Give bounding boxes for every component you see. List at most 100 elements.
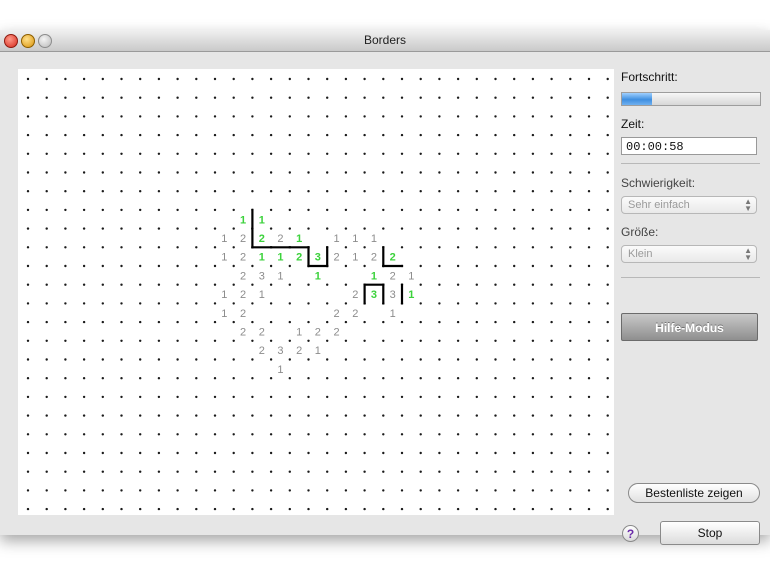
grid-dot (307, 377, 310, 380)
cell-clue[interactable]: 2 (240, 233, 246, 245)
cell-clue[interactable]: 2 (390, 270, 396, 282)
grid-dot (288, 414, 291, 417)
grid-dot (288, 470, 291, 473)
cell-clue[interactable]: 1 (221, 289, 227, 301)
grid-dot (569, 133, 572, 137)
grid-dot (438, 377, 441, 380)
grid-dot (456, 377, 460, 380)
game-board[interactable]: 1112221111121123212223111211212331122212… (18, 69, 614, 515)
grid-dot (213, 77, 217, 81)
cell-clue[interactable]: 3 (315, 252, 321, 264)
cell-clue[interactable]: 2 (259, 345, 265, 357)
cell-clue[interactable]: 1 (408, 270, 414, 282)
grid-dot (232, 133, 235, 137)
grid-dot (269, 208, 273, 212)
cell-clue[interactable]: 1 (390, 308, 396, 320)
grid-dot (176, 246, 179, 249)
cell-clue[interactable]: 1 (333, 233, 339, 245)
grid-dot (344, 283, 348, 286)
cell-clue[interactable]: 2 (240, 252, 246, 264)
grid-dot (26, 302, 30, 305)
grid-dot (419, 96, 422, 99)
grid-dot (195, 302, 198, 305)
cell-clue[interactable]: 2 (315, 326, 321, 338)
cell-clue[interactable]: 2 (390, 252, 396, 264)
grid-dot (232, 246, 235, 249)
grid-dot (587, 433, 591, 436)
grid-dot (438, 451, 441, 455)
cell-clue[interactable]: 2 (240, 270, 246, 282)
grid-dot (438, 246, 441, 249)
grid-dot (120, 208, 123, 212)
grid-dot (475, 227, 478, 230)
cell-clue[interactable]: 2 (333, 308, 339, 320)
grid-dot (475, 171, 478, 174)
cell-clue[interactable]: 2 (296, 252, 302, 264)
cell-clue[interactable]: 3 (259, 270, 265, 282)
size-select[interactable]: Klein ▲ ▼ (621, 245, 757, 263)
cell-clue[interactable]: 2 (259, 233, 265, 245)
grid-dot (531, 377, 535, 380)
cell-clue[interactable]: 1 (221, 233, 227, 245)
cell-clue[interactable]: 2 (240, 289, 246, 301)
cell-clue[interactable]: 1 (408, 289, 414, 301)
cell-clue[interactable]: 1 (277, 270, 283, 282)
grid-dot (26, 470, 30, 473)
cell-clue[interactable]: 2 (240, 308, 246, 320)
grid-dot (307, 133, 310, 137)
grid-dot (344, 115, 348, 118)
cell-clue[interactable]: 1 (296, 326, 302, 338)
grid-dot (419, 358, 422, 361)
cell-clue[interactable]: 2 (352, 308, 358, 320)
cell-clue[interactable]: 1 (221, 252, 227, 264)
cell-clue[interactable]: 1 (259, 289, 265, 301)
grid-dot (288, 208, 291, 212)
cell-clue[interactable]: 1 (371, 233, 377, 245)
cell-clue[interactable]: 1 (259, 252, 265, 264)
board-grid[interactable]: 1 11 2 2 2 1 1 1 11 2 1 1 2 3 2 1 2 22 3 1 1 1 2 11 2 1 2 3 3 11 2 2 2 12… (18, 69, 614, 515)
grid-dot (344, 246, 348, 249)
grid-dot (363, 115, 366, 118)
cell-clue[interactable]: 3 (371, 289, 377, 301)
cell-clue[interactable]: 1 (240, 214, 246, 226)
grid-dot (176, 320, 179, 324)
cell-clue[interactable]: 1 (296, 233, 302, 245)
difficulty-select[interactable]: Sehr einfach ▲ ▼ (621, 196, 757, 214)
cell-clue[interactable]: 3 (390, 289, 396, 301)
help-icon[interactable]: ? (622, 525, 639, 542)
cell-clue[interactable]: 2 (333, 326, 339, 338)
cell-clue[interactable]: 1 (277, 252, 283, 264)
help-mode-button[interactable]: Hilfe-Modus (621, 313, 758, 341)
grid-dot (363, 489, 366, 492)
cell-clue[interactable]: 1 (352, 233, 358, 245)
cell-clue[interactable]: 2 (352, 289, 358, 301)
cell-clue[interactable]: 2 (296, 345, 302, 357)
show-highscores-button[interactable]: Bestenliste zeigen (628, 483, 760, 503)
grid-dot (475, 283, 478, 286)
cell-clue[interactable]: 1 (371, 270, 377, 282)
cell-clue[interactable]: 2 (240, 326, 246, 338)
cell-clue[interactable]: 1 (259, 214, 265, 226)
grid-dot (382, 171, 385, 174)
grid-dot (64, 96, 67, 99)
cell-clue[interactable]: 3 (277, 345, 283, 357)
cell-clue[interactable]: 2 (277, 233, 283, 245)
cell-clue[interactable]: 1 (352, 252, 358, 264)
grid-dot (419, 246, 422, 249)
grid-dot (139, 152, 142, 155)
control-panel: Fortschritt: Zeit: 00:00:58 Schwierigkei… (620, 68, 762, 545)
grid-dot (45, 133, 48, 137)
cell-clue[interactable]: 1 (221, 308, 227, 320)
cell-clue[interactable]: 1 (315, 270, 321, 282)
grid-dot (82, 470, 86, 473)
cell-clue[interactable]: 2 (333, 252, 339, 264)
cell-clue[interactable]: 2 (371, 252, 377, 264)
grid-dot (456, 227, 460, 230)
grid-dot (45, 433, 48, 436)
cell-clue[interactable]: 1 (315, 345, 321, 357)
grid-dot (494, 507, 497, 511)
grid-dot (213, 171, 217, 174)
stop-button[interactable]: Stop (660, 521, 760, 545)
cell-clue[interactable]: 2 (259, 326, 265, 338)
cell-clue[interactable]: 1 (277, 364, 283, 376)
